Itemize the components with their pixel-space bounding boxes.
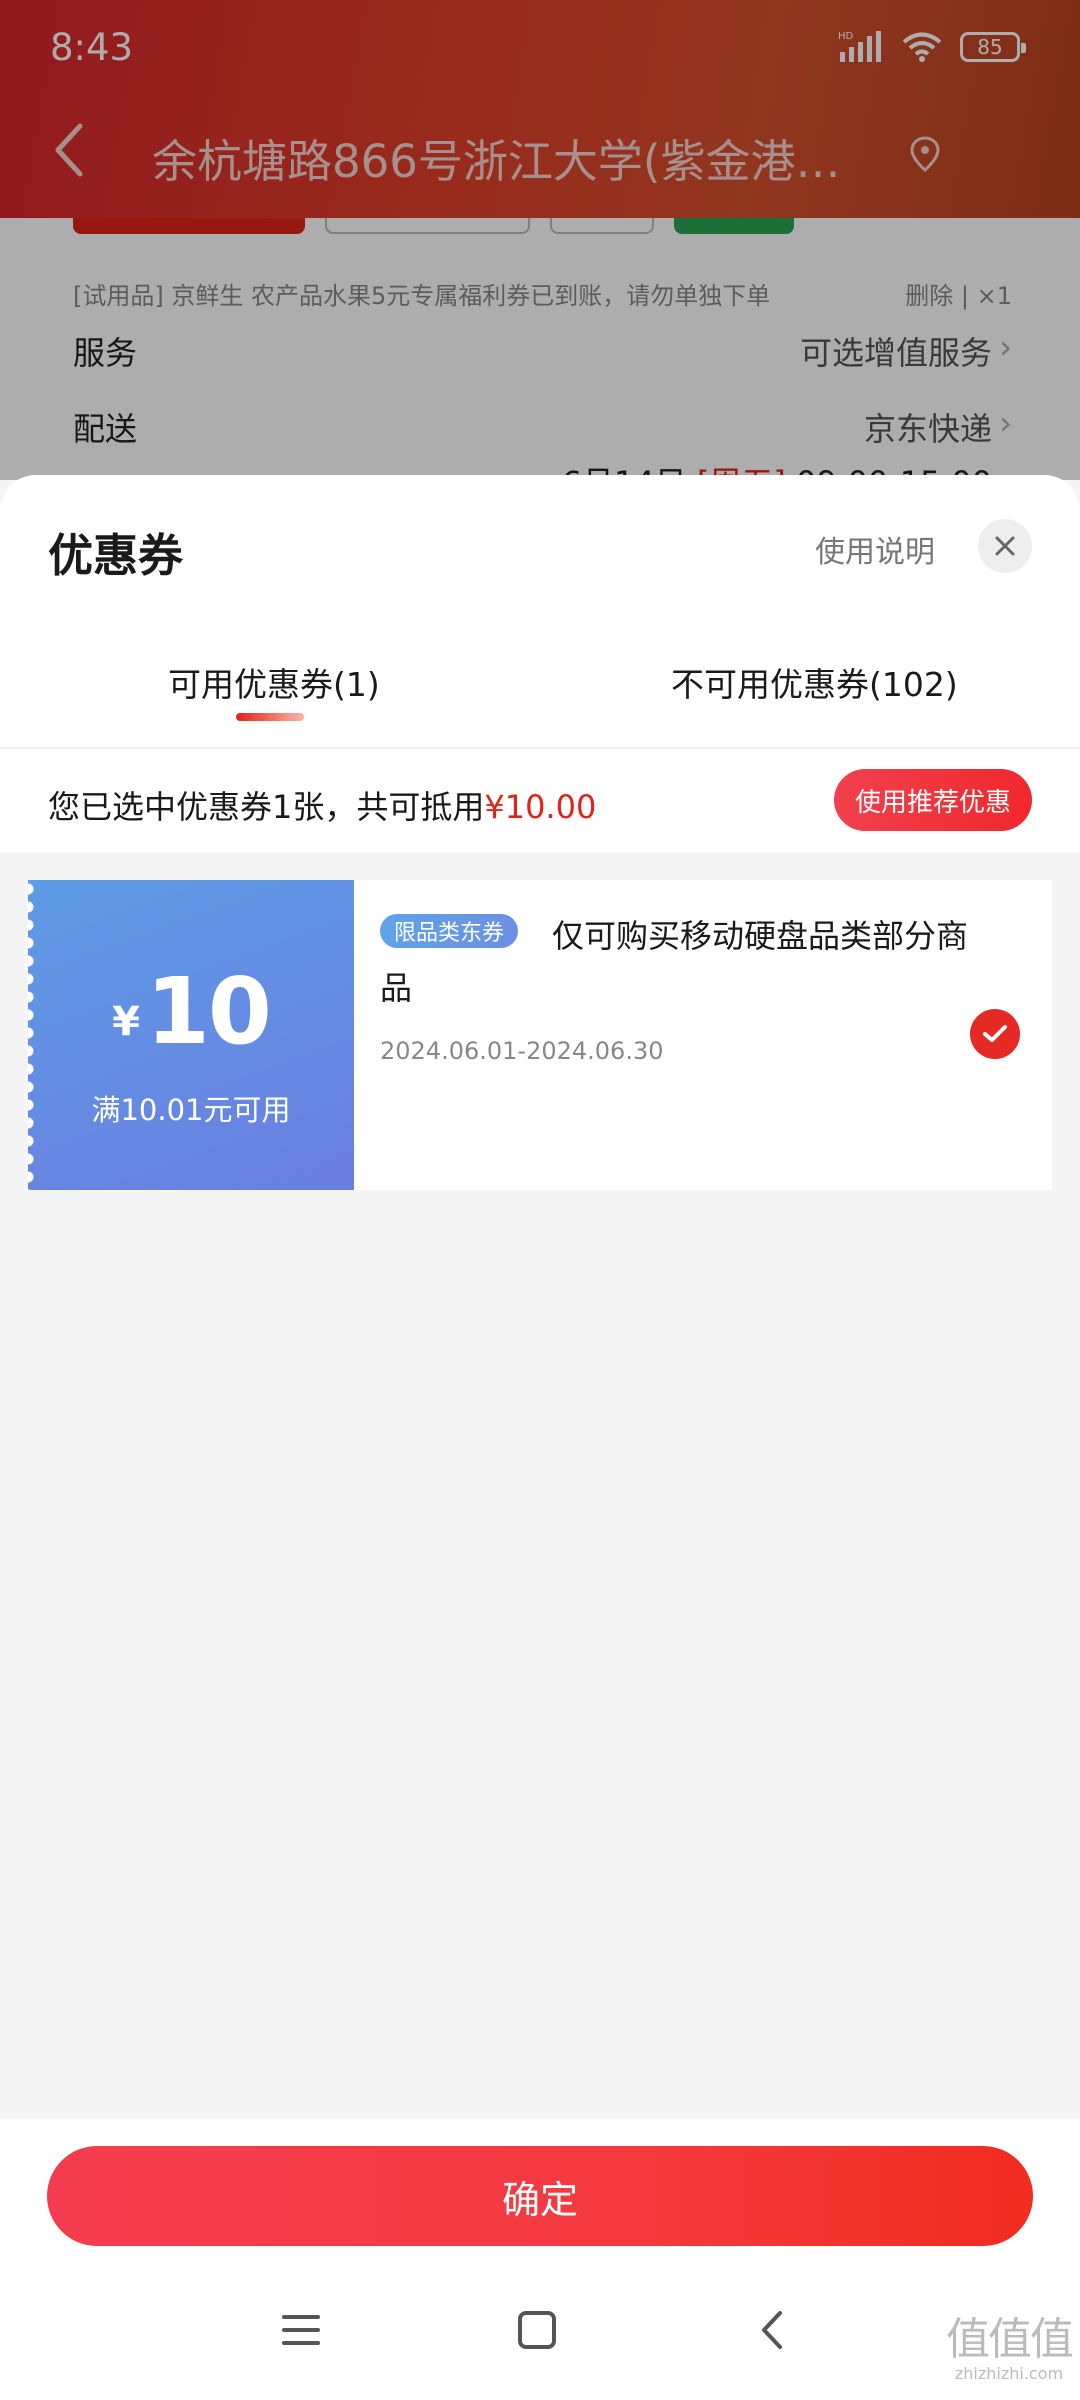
check-icon	[983, 1025, 1007, 1042]
use-recommended-button[interactable]: 使用推荐优惠	[834, 769, 1032, 831]
selected-coupon-summary: 您已选中优惠券1张，共可抵用¥10.00	[48, 782, 596, 828]
coupon-card[interactable]: ¥10 满10.01元可用 仅可购买移动硬盘品类部分商品 限品类东券 2024.…	[28, 880, 1052, 1190]
tab-divider	[0, 747, 1080, 749]
back-icon[interactable]	[750, 2307, 796, 2353]
modal-backdrop[interactable]	[0, 0, 1080, 480]
watermark-mark: 值值值	[946, 2314, 1074, 2365]
coupon-currency: ¥	[112, 999, 140, 1045]
coupon-amount: ¥10	[28, 958, 354, 1065]
coupon-amount-number: 10	[145, 958, 272, 1065]
coupon-category-badge: 限品类东券	[380, 914, 519, 948]
home-icon[interactable]	[514, 2307, 560, 2353]
active-tab-indicator	[236, 713, 304, 721]
coupon-threshold: 满10.01元可用	[91, 1093, 291, 1127]
order-page-background: 8:43 HD 85 余杭塘路866号浙江大学(紫金港… [试用品] 京鲜生 农…	[0, 0, 1080, 480]
tab-available-coupons[interactable]: 可用优惠券(1)	[168, 658, 380, 706]
summary-text: 您已选中优惠券1张，共可抵用	[48, 788, 485, 826]
sheet-title: 优惠券	[48, 529, 184, 582]
close-button[interactable]	[978, 519, 1032, 573]
coupon-sheet: 优惠券 使用说明 可用优惠券(1) 不可用优惠券(102) 您已选中优惠券1张，…	[0, 475, 1080, 2400]
coupon-selected-checkbox[interactable]	[970, 1009, 1020, 1059]
watermark-site: zhizhizhi.com	[954, 2364, 1064, 2383]
coupon-validity-dates: 2024.06.01-2024.06.30	[380, 1037, 664, 1065]
confirm-button[interactable]: 确定	[47, 2146, 1033, 2246]
tab-unavailable-coupons[interactable]: 不可用优惠券(102)	[671, 658, 958, 706]
close-icon	[995, 536, 1015, 556]
coupon-sheet-header: 优惠券 使用说明 可用优惠券(1) 不可用优惠券(102) 您已选中优惠券1张，…	[0, 475, 1080, 853]
site-watermark: 值值值 zhizhizhi.com	[946, 2314, 1074, 2384]
summary-amount: ¥10.00	[484, 788, 597, 826]
menu-icon[interactable]	[278, 2307, 324, 2353]
usage-instructions-link[interactable]: 使用说明	[815, 527, 935, 571]
sheet-footer: 确定	[0, 2119, 1080, 2400]
system-navigation-bar	[0, 2289, 1080, 2369]
